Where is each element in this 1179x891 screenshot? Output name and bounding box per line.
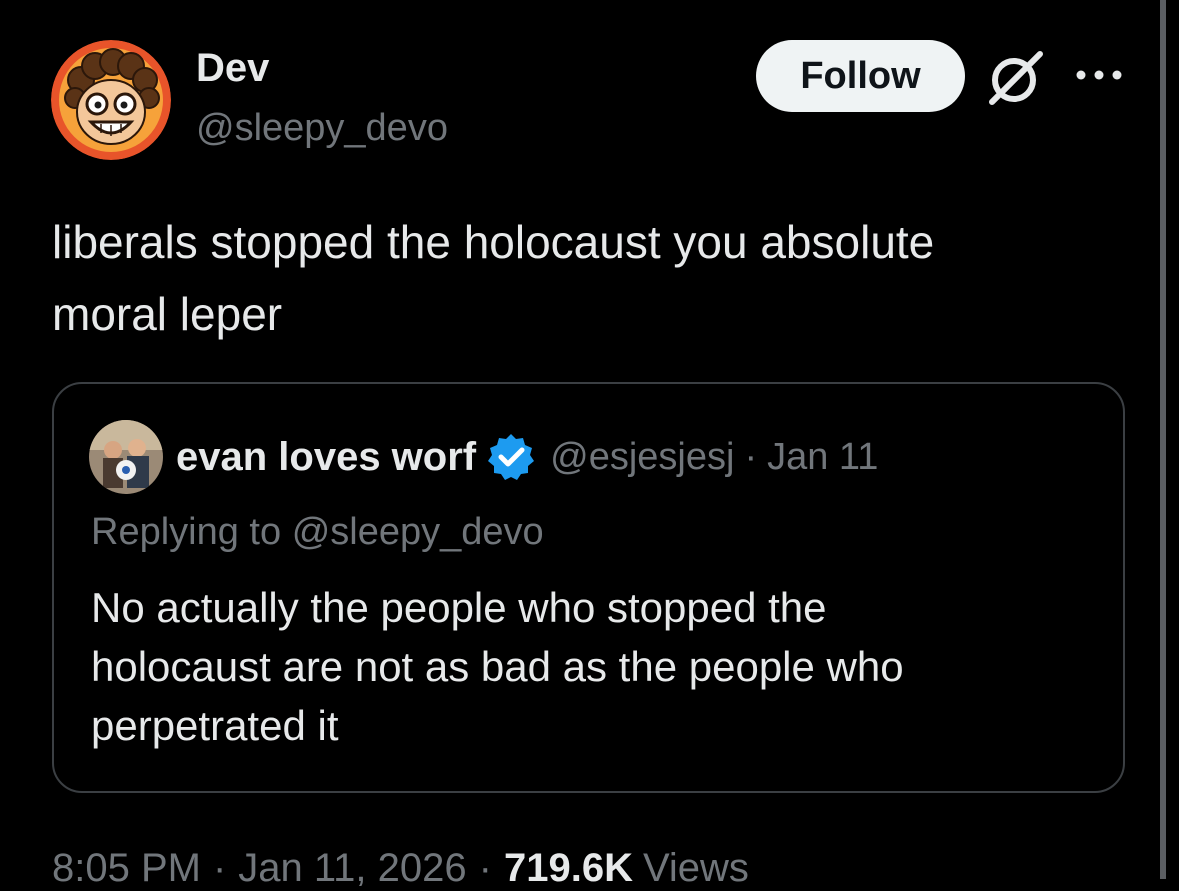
grok-icon[interactable] [986,48,1048,106]
quote-author-handle[interactable]: @esjesjesj [550,436,734,479]
views-label: Views [642,846,749,890]
author-handle[interactable]: @sleepy_devo [196,107,448,150]
quote-date[interactable]: Jan 11 [767,436,878,479]
follow-button[interactable]: Follow [756,40,965,112]
replying-to-handle[interactable]: @sleepy_devo [292,511,544,553]
avatar-cartoon-face-icon [51,40,171,160]
quote-author-avatar[interactable] [89,420,163,494]
quote-author-name[interactable]: evan loves worf [176,435,476,480]
views-count[interactable]: 719.6K [504,846,633,891]
meta-separator: · [212,846,227,890]
replying-to-line: Replying to @sleepy_devo [91,511,544,554]
tweet-text-line: liberals stopped the holocaust you absol… [52,216,935,268]
tweet-meta-row: 8:05 PM · Jan 11, 2026 · 719.6K Views [52,846,749,891]
author-avatar[interactable] [51,40,171,160]
meta-separator: · [478,846,492,890]
tweet-text: liberals stopped the holocaust you absol… [52,206,1132,350]
more-options-icon[interactable] [1074,64,1124,86]
avatar-photo-icon [89,420,163,494]
replying-to-prefix: Replying to [91,511,282,553]
quote-text-line: perpetrated it [91,702,339,749]
quote-separator: · [744,435,758,478]
quote-text: No actually the people who stopped the h… [91,578,1091,755]
verified-badge-icon [488,434,535,480]
author-name[interactable]: Dev [196,46,269,91]
quote-author-row: evan loves worf @esjesjesj · Jan 11 [176,430,878,484]
tweet-date[interactable]: Jan 11, 2026 [238,846,466,891]
tweet-text-line: moral leper [52,288,283,340]
tweet-time[interactable]: 8:05 PM [52,846,201,891]
quote-text-line: holocaust are not as bad as the people w… [91,643,904,690]
scrollbar-edge [1160,0,1166,879]
quote-text-line: No actually the people who stopped the [91,584,827,631]
